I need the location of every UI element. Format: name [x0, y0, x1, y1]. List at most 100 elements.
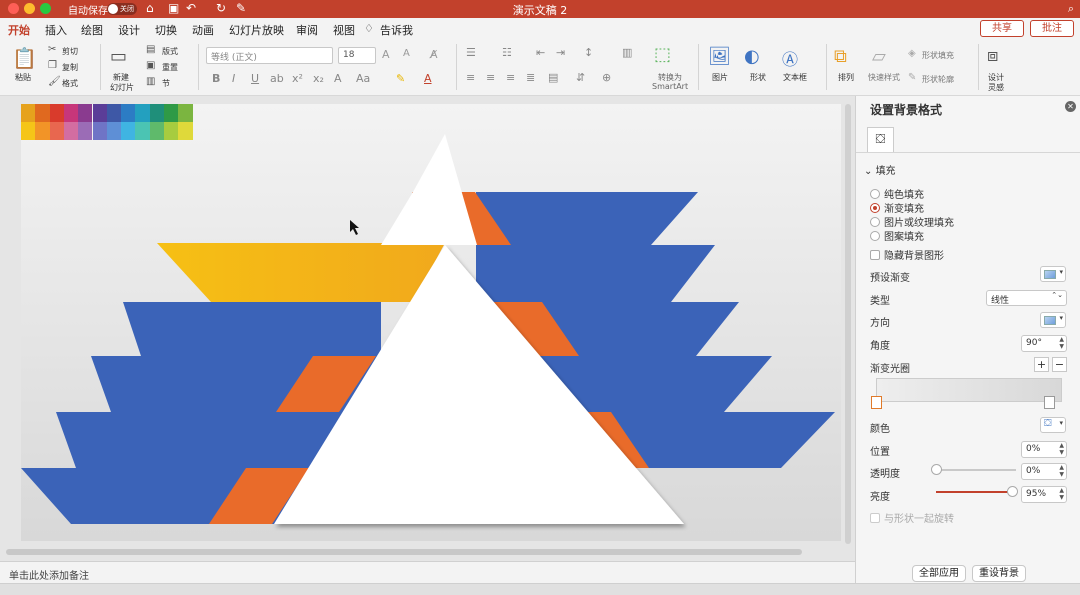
columns-icon[interactable]: ▥ — [622, 46, 632, 59]
gradient-stops-bar[interactable] — [876, 378, 1062, 402]
shape-label: 形状 — [750, 73, 766, 82]
tab-transitions[interactable]: 切换 — [155, 22, 177, 38]
apply-to-all-button[interactable]: 全部应用 — [912, 565, 966, 582]
cut-label[interactable]: 剪切 — [62, 46, 78, 57]
shrink-font-icon[interactable]: A — [403, 48, 410, 59]
font-name-dropdown[interactable]: 等线 (正文) — [206, 47, 333, 64]
align-right-icon[interactable]: ≡ — [506, 71, 515, 84]
radio-picture-fill[interactable]: 图片或纹理填充 — [870, 214, 954, 229]
reset-label[interactable]: 重置 — [162, 62, 178, 73]
transparency-slider-knob[interactable] — [931, 464, 942, 475]
superscript-button[interactable]: x² — [292, 72, 303, 85]
share-button[interactable]: 共享 — [980, 20, 1024, 37]
decrease-indent-icon[interactable]: ⇤ — [536, 46, 545, 59]
increase-indent-icon[interactable]: ⇥ — [556, 46, 565, 59]
section-icon[interactable]: ▥ — [146, 76, 155, 87]
layout-label[interactable]: 版式 — [162, 46, 178, 57]
fill-section-header[interactable]: ⌄ 填充 — [864, 162, 896, 177]
arrange-icon[interactable]: ⧉ — [834, 46, 847, 67]
format-label[interactable]: 格式 — [62, 78, 78, 89]
white-triangle-small[interactable] — [381, 134, 477, 245]
paste-icon[interactable]: 📋 — [12, 46, 37, 70]
angle-spinner[interactable]: 90° ▲ ▼ — [1021, 335, 1067, 352]
font-color-icon[interactable]: A — [424, 72, 432, 85]
design-ideas-icon[interactable]: ⧈ — [987, 45, 998, 66]
search-icon[interactable]: ⌕ — [1068, 2, 1074, 16]
shape-fill-icon[interactable]: ◈ — [908, 48, 916, 59]
highlight-icon[interactable]: ✎ — [396, 72, 405, 85]
align-left-icon[interactable]: ≡ — [466, 71, 475, 84]
radio-gradient-fill[interactable]: 渐变填充 — [870, 200, 924, 215]
font-size-dropdown[interactable]: 18 — [338, 47, 376, 64]
rotate-with-shape-checkbox[interactable]: 与形状一起旋转 — [870, 510, 954, 525]
distribute-icon[interactable]: ▤ — [548, 71, 558, 84]
direction-dropdown[interactable]: ▾ — [1040, 312, 1066, 328]
tab-home[interactable]: 开始 — [8, 22, 30, 42]
section-label[interactable]: 节 — [162, 78, 170, 89]
subscript-button[interactable]: x₂ — [313, 72, 324, 85]
strikethrough-button[interactable]: ab — [270, 72, 284, 85]
shape-outline-label[interactable]: 形状轮廓 — [922, 74, 954, 85]
italic-button[interactable]: I — [232, 72, 235, 85]
grow-font-icon[interactable]: A — [382, 48, 390, 61]
reset-background-button[interactable]: 重设背景 — [972, 565, 1026, 582]
tell-me-search[interactable]: 告诉我 — [380, 22, 413, 38]
radio-solid-fill[interactable]: 纯色填充 — [870, 186, 924, 201]
transparency-slider-track[interactable] — [936, 469, 1016, 471]
gradient-stop-left[interactable] — [871, 396, 882, 409]
reset-icon[interactable]: ▣ — [146, 60, 155, 71]
comments-button[interactable]: 批注 — [1030, 20, 1074, 37]
radio-pattern-fill[interactable]: 图案填充 — [870, 228, 924, 243]
shape-icon[interactable]: ◐ — [744, 46, 760, 67]
brightness-spinner[interactable]: 95% ▲ ▼ — [1021, 486, 1067, 503]
tab-draw[interactable]: 绘图 — [81, 22, 103, 38]
fill-tab-paint-bucket-icon[interactable]: ⛋ — [867, 127, 894, 152]
tab-review[interactable]: 审阅 — [296, 22, 318, 38]
line-spacing-icon[interactable]: ↕ — [584, 46, 593, 59]
smartart-icon[interactable]: ⬚ — [654, 44, 671, 65]
text-effects-icon[interactable]: A — [334, 72, 342, 85]
shape-fill-label[interactable]: 形状填充 — [922, 50, 954, 61]
hide-background-checkbox[interactable]: 隐藏背景图形 — [870, 247, 944, 262]
textbox-icon[interactable]: Ⓐ — [782, 46, 798, 70]
slide-canvas[interactable] — [21, 104, 841, 541]
close-icon[interactable]: ✕ — [1065, 101, 1076, 112]
tab-animations[interactable]: 动画 — [192, 22, 214, 38]
justify-icon[interactable]: ≣ — [526, 71, 535, 84]
bullets-icon[interactable]: ☰ — [466, 46, 476, 59]
bold-button[interactable]: B — [212, 72, 220, 85]
transparency-spinner[interactable]: 0% ▲ ▼ — [1021, 463, 1067, 480]
quick-styles-icon[interactable]: ▱ — [872, 46, 886, 67]
layout-icon[interactable]: ▤ — [146, 44, 155, 55]
copy-label[interactable]: 复制 — [62, 62, 78, 73]
remove-stop-button[interactable]: − — [1052, 357, 1067, 372]
tab-insert[interactable]: 插入 — [45, 22, 67, 38]
gradient-stop-right[interactable] — [1044, 396, 1055, 409]
tab-design[interactable]: 设计 — [118, 22, 140, 38]
case-icon[interactable]: Aa — [356, 72, 370, 85]
numbering-icon[interactable]: ☷ — [502, 46, 512, 59]
align-text-icon[interactable]: ⊕ — [602, 71, 611, 84]
shape-outline-icon[interactable]: ✎ — [908, 72, 916, 83]
underline-button[interactable]: U — [251, 72, 259, 85]
picture-icon[interactable]: 🖼 — [708, 46, 731, 67]
brightness-slider-knob[interactable] — [1007, 486, 1018, 497]
align-center-icon[interactable]: ≡ — [486, 71, 495, 84]
preset-gradient-dropdown[interactable]: ▾ — [1040, 266, 1066, 282]
yellow-band-shape[interactable] — [157, 243, 445, 302]
tab-slideshow[interactable]: 幻灯片放映 — [229, 22, 284, 38]
copy-icon[interactable]: ❐ — [48, 60, 57, 71]
text-direction-icon[interactable]: ⇵ — [576, 71, 585, 84]
vertical-scrollbar[interactable] — [845, 104, 851, 544]
cut-icon[interactable]: ✂ — [48, 44, 56, 55]
horizontal-scrollbar[interactable] — [6, 549, 802, 555]
position-spinner[interactable]: 0% ▲ ▼ — [1021, 441, 1067, 458]
add-stop-button[interactable]: + — [1034, 357, 1049, 372]
format-painter-icon[interactable]: 🖌 — [48, 76, 61, 87]
new-slide-icon[interactable]: ▭ — [110, 46, 127, 67]
color-picker-dropdown[interactable]: ⛋ ▾ — [1040, 417, 1066, 433]
type-dropdown[interactable]: 线性 ⌃⌄ — [986, 290, 1067, 306]
clear-format-icon[interactable]: A̸ — [430, 48, 438, 61]
tab-view[interactable]: 视图 — [333, 22, 355, 38]
notes-pane[interactable]: 单击此处添加备注 — [0, 561, 855, 583]
